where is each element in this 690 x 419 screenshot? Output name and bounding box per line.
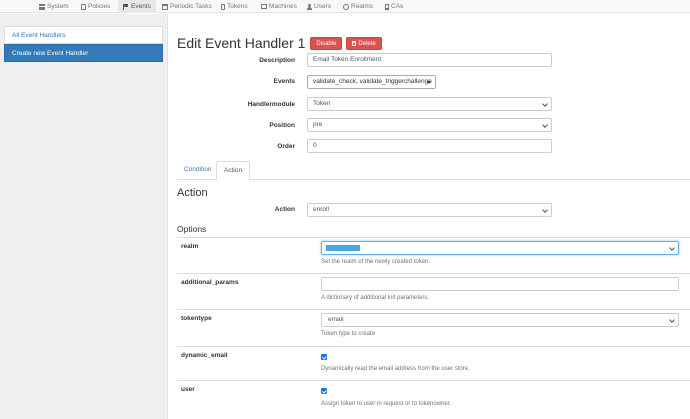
description-label: Description (259, 57, 295, 64)
document-icon (81, 3, 86, 10)
option-row-additional-params: additional_params A dictionary of additi… (177, 273, 690, 309)
option-name: dynamic_email (181, 352, 228, 359)
user-icon (306, 3, 312, 10)
nav-item-label: CAs (391, 3, 404, 10)
option-row-user: user Assign token to user in request or … (177, 380, 690, 419)
sidebar-item-create-event-handler[interactable]: Create new Event Handler (4, 44, 163, 62)
option-name: realm (181, 243, 199, 250)
flag-icon (123, 3, 129, 10)
nav-item-label: Periodic Tasks (170, 3, 212, 10)
nav-item-events[interactable]: Events (118, 0, 156, 13)
additional-params-input[interactable] (321, 277, 679, 291)
disable-button[interactable]: Disable (310, 36, 343, 50)
option-help: Set the realm of the newly created token… (321, 259, 431, 265)
handlermodule-label: Handlermodule (247, 101, 295, 108)
description-input[interactable]: Email Token Enrollment (307, 53, 552, 67)
nav-item-label: System (47, 3, 69, 10)
option-help: A dictionary of additional init paramete… (321, 295, 430, 301)
position-select[interactable]: pre (307, 118, 552, 132)
nav-item-label: Events (131, 3, 151, 10)
realm-select[interactable] (321, 241, 679, 255)
option-name: tokentype (181, 315, 212, 322)
nav-item-system[interactable]: System (36, 0, 72, 13)
nav-item-periodic-tasks[interactable]: Periodic Tasks (159, 0, 215, 13)
book-icon (385, 3, 389, 10)
option-name: user (181, 386, 195, 393)
trash-icon (352, 40, 357, 46)
tab-action[interactable]: Action (216, 161, 251, 180)
events-label: Events (273, 78, 295, 85)
title-row: Edit Event Handler 1 Disable Delete (177, 35, 382, 51)
tab-condition[interactable]: Condition (177, 161, 218, 180)
option-help: Assign token to user in request or to to… (321, 401, 452, 407)
nav-item-cas[interactable]: CAs (382, 0, 406, 13)
nav-item-realms[interactable]: Realms (340, 0, 376, 13)
nav-item-label: Users (314, 3, 331, 10)
tokentype-select[interactable]: email (321, 313, 679, 327)
option-help: Dynamically read the email address from … (321, 366, 470, 372)
delete-button-label: Delete (358, 40, 376, 47)
order-input[interactable]: 0 (307, 139, 552, 153)
action-label: Action (274, 206, 295, 213)
nav-item-tokens[interactable]: Tokens (218, 0, 251, 13)
position-label: Position (269, 122, 295, 129)
tab-bar: Condition Action (177, 161, 690, 180)
nav-item-users[interactable]: Users (303, 0, 334, 13)
user-checkbox[interactable] (321, 388, 327, 394)
handlermodule-select[interactable]: Token (307, 97, 552, 111)
top-navbar: System Policies Events Periodic Tasks To… (0, 0, 690, 13)
hdd-icon (261, 4, 267, 9)
option-row-realm: realm Set the realm of the newly created… (177, 237, 690, 273)
sidebar-list: All Event Handlers Create new Event Hand… (4, 26, 163, 62)
option-help: Token type to create (321, 331, 376, 337)
sidebar-item-all-event-handlers[interactable]: All Event Handlers (4, 26, 163, 44)
server-icon (39, 3, 45, 10)
realm-selected-value (326, 245, 360, 251)
option-name: additional_params (181, 279, 239, 286)
calendar-icon (162, 3, 168, 10)
events-select[interactable]: validate_check, validate_triggerchalleng… (307, 75, 436, 89)
action-select[interactable]: enroll (307, 203, 552, 217)
dynamic-email-checkbox[interactable] (321, 354, 327, 360)
nav-item-label: Realms (351, 3, 374, 10)
phone-icon (221, 3, 225, 10)
nav-item-label: Machines (269, 3, 297, 10)
nav-item-label: Policies (88, 3, 111, 10)
sidebar: All Event Handlers Create new Event Hand… (0, 14, 168, 419)
delete-button[interactable]: Delete (346, 36, 382, 50)
option-row-tokentype: tokentype email Token type to create (177, 309, 690, 346)
option-row-dynamic-email: dynamic_email Dynamically read the email… (177, 346, 690, 380)
page-title: Edit Event Handler 1 (177, 35, 306, 51)
action-heading: Action (177, 187, 208, 199)
nav-item-policies[interactable]: Policies (78, 0, 113, 13)
nav-item-label: Tokens (227, 3, 248, 10)
globe-icon (343, 3, 349, 10)
options-heading: Options (177, 224, 207, 234)
nav-item-machines[interactable]: Machines (258, 0, 300, 13)
order-label: Order (277, 143, 295, 150)
